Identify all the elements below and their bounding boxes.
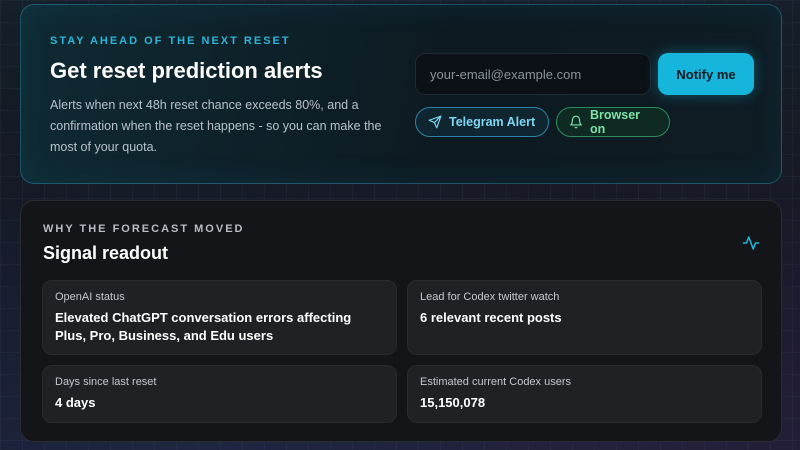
tile-value: Elevated ChatGPT conversation errors aff… bbox=[55, 310, 352, 343]
openai-status-tile: OpenAI status Elevated ChatGPT conversat… bbox=[42, 280, 397, 355]
days-since-reset-tile: Days since last reset 4 days bbox=[42, 365, 397, 423]
tile-label: OpenAI status bbox=[55, 291, 125, 303]
bell-icon bbox=[570, 115, 582, 129]
alert-description: Alerts when next 48h reset chance exceed… bbox=[50, 98, 382, 154]
activity-pulse-icon bbox=[742, 236, 760, 250]
alert-title: Get reset prediction alerts bbox=[50, 58, 323, 83]
telegram-alert-label: Telegram Alert bbox=[449, 115, 536, 129]
notify-me-button[interactable]: Notify me bbox=[658, 53, 754, 95]
tile-value: 6 relevant recent posts bbox=[420, 310, 562, 325]
signal-readout-card: WHY THE FORECAST MOVED Signal readout Op… bbox=[20, 200, 782, 442]
telegram-alert-button[interactable]: Telegram Alert bbox=[415, 107, 549, 137]
send-icon bbox=[428, 115, 442, 129]
signal-eyebrow: WHY THE FORECAST MOVED bbox=[43, 223, 245, 235]
tile-label: Lead for Codex twitter watch bbox=[420, 291, 560, 303]
browser-notifications-button[interactable]: Browser on bbox=[556, 107, 670, 137]
alert-signup-card: STAY AHEAD OF THE NEXT RESET Get reset p… bbox=[20, 4, 782, 184]
signal-title: Signal readout bbox=[43, 243, 169, 263]
tile-value: 15,150,078 bbox=[420, 395, 486, 410]
browser-notifications-label: Browser on bbox=[590, 108, 641, 136]
email-input[interactable] bbox=[415, 53, 651, 95]
twitter-watch-tile: Lead for Codex twitter watch 6 relevant … bbox=[407, 280, 762, 355]
codex-users-tile: Estimated current Codex users 15,150,078 bbox=[407, 365, 762, 423]
tile-label: Estimated current Codex users bbox=[420, 376, 572, 388]
alert-eyebrow: STAY AHEAD OF THE NEXT RESET bbox=[50, 35, 291, 47]
tile-value: 4 days bbox=[55, 395, 96, 410]
tile-label: Days since last reset bbox=[55, 376, 157, 388]
